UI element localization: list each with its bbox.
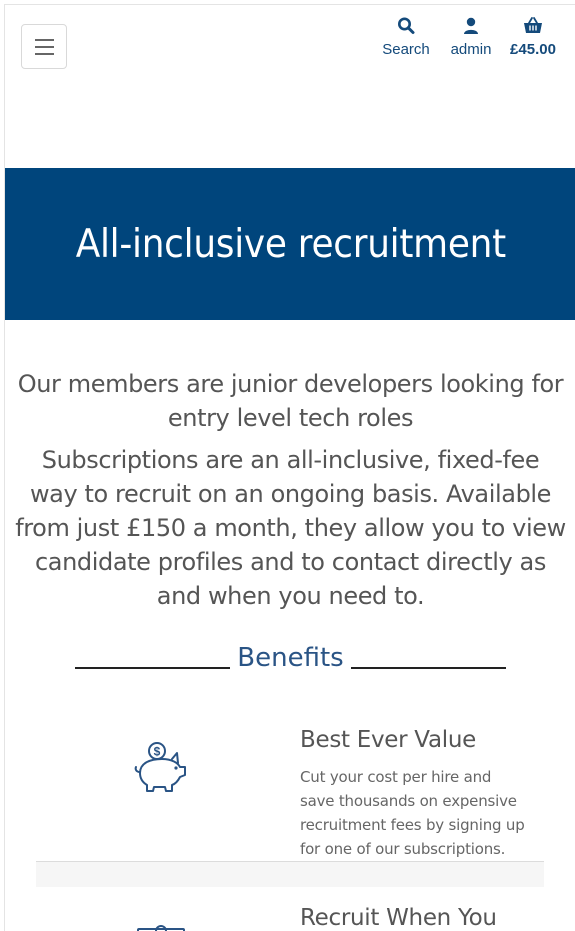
intro-section: Our members are junior developers lookin… — [15, 367, 566, 613]
svg-text:$: $ — [154, 745, 161, 759]
search-icon — [398, 17, 415, 34]
search-label: Search — [382, 41, 430, 58]
user-icon — [464, 17, 478, 34]
menu-toggle-button[interactable] — [21, 24, 67, 69]
benefit-description: Cut your cost per hire and save thousand… — [300, 768, 525, 858]
benefit-card: $ Best Ever Value Cut your cost per hire… — [36, 721, 544, 863]
heading-rule-right — [351, 667, 506, 669]
benefits-heading: Benefits — [5, 643, 575, 679]
hamburger-bar — [35, 46, 54, 48]
page-frame: Search admin £45.00 All-inclusive recrui… — [4, 4, 575, 931]
site-header: Search admin £45.00 — [5, 5, 575, 168]
intro-body: Subscriptions are an all-inclusive, fixe… — [15, 446, 566, 610]
basket-total: £45.00 — [510, 41, 556, 58]
money-icon — [137, 925, 185, 931]
hamburger-menu-icon — [35, 39, 54, 41]
account-link[interactable]: admin — [445, 15, 497, 58]
basket-icon — [524, 17, 542, 33]
section-divider — [36, 861, 544, 887]
intro-lead: Our members are junior developers lookin… — [17, 370, 564, 432]
hero-banner: All-inclusive recruitment — [5, 168, 575, 320]
hamburger-bar — [35, 53, 54, 55]
benefit-card: Recruit When You — [36, 901, 544, 931]
account-label: admin — [450, 41, 492, 58]
page-title: All-inclusive recruitment — [75, 221, 506, 267]
benefit-title: Recruit When You — [300, 905, 497, 931]
benefit-title: Best Ever Value — [300, 727, 476, 753]
search-link[interactable]: Search — [378, 15, 434, 58]
piggy-bank-icon: $ — [134, 742, 186, 792]
basket-link[interactable]: £45.00 — [504, 15, 562, 58]
